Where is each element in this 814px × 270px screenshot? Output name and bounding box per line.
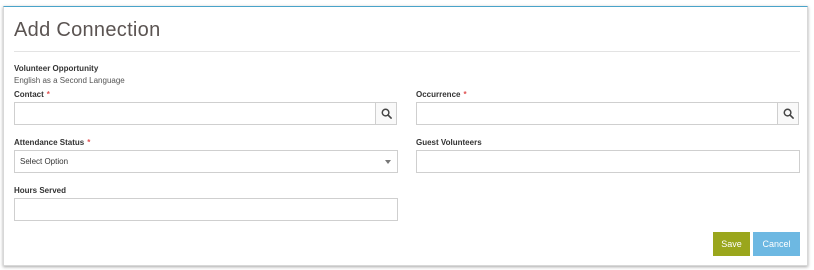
attendance-status-selected: Select Option xyxy=(20,157,69,166)
contact-search-button[interactable] xyxy=(375,102,397,125)
attendance-status-label-text: Attendance Status xyxy=(14,138,85,147)
attendance-status-label: Attendance Status * xyxy=(14,138,90,147)
occurrence-search-button[interactable] xyxy=(777,102,799,125)
attendance-status-required-mark: * xyxy=(87,138,91,147)
search-icon xyxy=(381,108,392,119)
occurrence-required-mark: * xyxy=(463,90,467,99)
hours-served-label: Hours Served xyxy=(14,186,67,195)
attendance-status-select[interactable]: Select Option xyxy=(14,150,398,173)
contact-label-text: Contact xyxy=(14,90,44,99)
guest-volunteers-input[interactable] xyxy=(416,150,800,173)
volunteer-opportunity-label: Volunteer Opportunity xyxy=(14,64,99,73)
volunteer-opportunity-value: English as a Second Language xyxy=(14,76,125,85)
title-divider xyxy=(14,51,800,52)
occurrence-label-text: Occurrence xyxy=(416,90,461,99)
add-connection-dialog: Add Connection Volunteer Opportunity Eng… xyxy=(3,6,808,266)
guest-volunteers-label: Guest Volunteers xyxy=(416,138,482,147)
search-icon xyxy=(783,108,794,119)
contact-required-mark: * xyxy=(46,90,50,99)
contact-label: Contact * xyxy=(14,90,50,99)
occurrence-label: Occurrence * xyxy=(416,90,467,99)
save-button[interactable]: Save xyxy=(713,232,750,256)
chevron-down-icon xyxy=(385,160,391,164)
hours-served-input[interactable] xyxy=(14,198,398,221)
cancel-button[interactable]: Cancel xyxy=(753,232,800,256)
dialog-title: Add Connection xyxy=(14,19,161,41)
contact-input[interactable] xyxy=(14,102,376,125)
occurrence-input[interactable] xyxy=(416,102,778,125)
